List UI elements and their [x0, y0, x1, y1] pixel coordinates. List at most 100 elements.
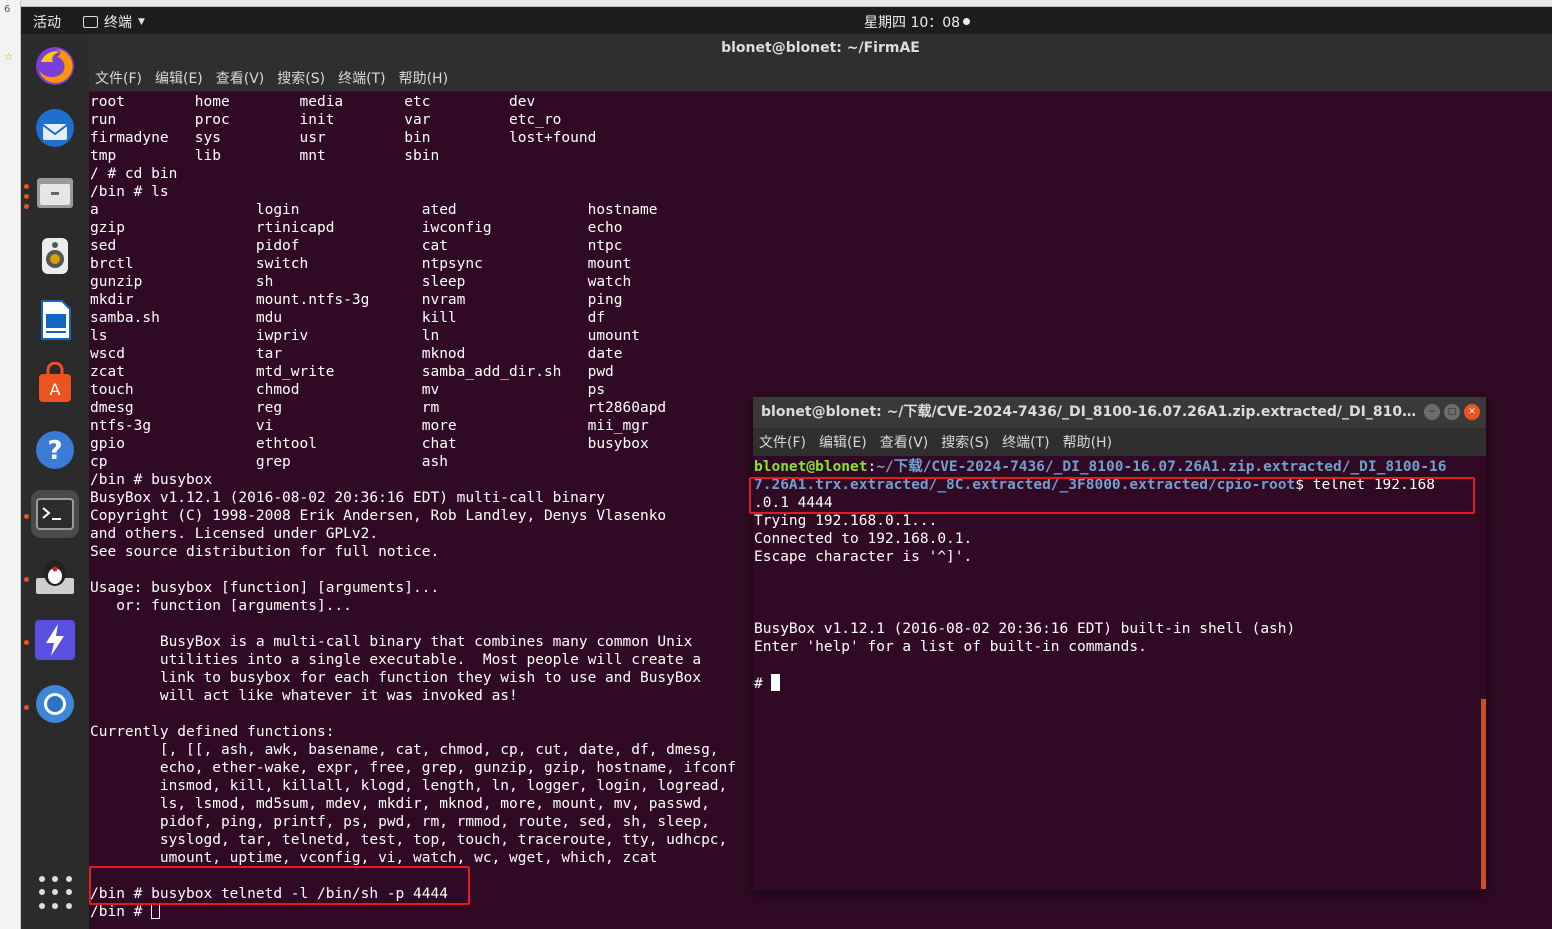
telnet-session-lines: Trying 192.168.0.1... Connected to 192.1…: [754, 513, 1295, 692]
dock-bolt-app[interactable]: [31, 616, 79, 664]
secondary-terminal-window[interactable]: blonet@blonet: ~/下载/CVE-2024-7436/_DI_81…: [753, 397, 1486, 891]
running-indicator: [24, 194, 29, 199]
menu-edit[interactable]: 编辑(E): [819, 432, 867, 452]
dock-firefox[interactable]: [31, 42, 79, 90]
menu-help[interactable]: 帮助(H): [399, 68, 448, 88]
secondary-menu-bar: 文件(F) 编辑(E) 查看(V) 搜索(S) 终端(T) 帮助(H): [753, 428, 1486, 456]
terminal-line: echo, ether-wake, expr, free, grep, gunz…: [90, 760, 737, 776]
dock-thunderbird[interactable]: [31, 104, 79, 152]
svg-text:A: A: [50, 380, 61, 399]
terminal-line: ntfs-3g vi more mii_mgr: [90, 418, 649, 434]
terminal-line: tmp lib mnt sbin: [90, 148, 440, 164]
activities-button[interactable]: 活动: [33, 12, 61, 32]
terminal-line: Trying 192.168.0.1...: [754, 513, 938, 529]
top-bar: 活动 终端 ▼ 星期四 10：08: [21, 7, 1552, 34]
bolt-app-icon: [35, 620, 75, 660]
menu-help[interactable]: 帮助(H): [1063, 432, 1112, 452]
terminal-line: pidof, ping, printf, ps, pwd, rm, rmmod,…: [90, 814, 710, 830]
files-icon: [37, 178, 73, 208]
highlight-box-telnet: [749, 477, 1475, 514]
prompt-path: ~/下载/CVE-2024-7436/_DI_8100-16.07.26A1.z…: [876, 459, 1447, 475]
terminal-line: mkdir mount.ntfs-3g nvram ping: [90, 292, 623, 308]
terminal-line: BusyBox v1.12.1 (2016-08-02 20:36:16 EDT…: [754, 621, 1296, 637]
host-tab-strip: [21, 0, 1552, 7]
prompt-user: blonet@blonet: [754, 459, 868, 475]
star-icon: ☆: [4, 52, 13, 63]
terminal-line: will act like whatever it was invoked as…: [90, 688, 518, 704]
terminal-line: touch chmod mv ps: [90, 382, 606, 398]
terminal-line: Enter 'help' for a list of built-in comm…: [754, 639, 1147, 655]
terminal-small-icon: [83, 16, 98, 28]
dock: A ?: [21, 34, 89, 929]
dock-software[interactable]: A: [31, 360, 79, 408]
menu-search[interactable]: 搜索(S): [941, 432, 989, 452]
rhythmbox-icon: [42, 238, 68, 274]
terminal-line: a login ated hostname: [90, 202, 658, 218]
terminal-line: umount, uptime, vconfig, vi, watch, wc, …: [90, 850, 658, 866]
scrollbar[interactable]: [1481, 699, 1486, 889]
running-indicator: [24, 204, 29, 209]
dock-files[interactable]: [31, 168, 79, 216]
dock-terminal[interactable]: [31, 490, 79, 538]
main-terminal-output: root home media etc dev run proc init var…: [90, 93, 736, 921]
terminal-line: /bin # ls: [90, 184, 169, 200]
terminal-line: and others. Licensed under GPLv2.: [90, 526, 379, 542]
terminal-line: or: function [arguments]...: [90, 598, 352, 614]
terminal-prompt: /bin #: [90, 904, 152, 920]
libreoffice-writer-icon: [41, 300, 71, 340]
menu-file[interactable]: 文件(F): [759, 432, 806, 452]
terminal-line: gzip rtinicapd iwconfig echo: [90, 220, 623, 236]
terminal-line: syslogd, tar, telnetd, test, top, touch,…: [90, 832, 728, 848]
menu-search[interactable]: 搜索(S): [277, 68, 325, 88]
main-menu-bar: 文件(F) 编辑(E) 查看(V) 搜索(S) 终端(T) 帮助(H): [89, 64, 1552, 92]
running-indicator: [24, 514, 29, 519]
menu-view[interactable]: 查看(V): [880, 432, 929, 452]
terminal-line: firmadyne sys usr bin lost+found: [90, 130, 597, 146]
terminal-line: / # cd bin: [90, 166, 178, 182]
dock-java-app[interactable]: [31, 552, 79, 600]
dock-writer[interactable]: [31, 296, 79, 344]
secondary-window-title: blonet@blonet: ~/下载/CVE-2024-7436/_DI_81…: [753, 397, 1486, 428]
software-center-icon: A: [39, 362, 71, 402]
terminal-line: insmod, kill, killall, klogd, length, ln…: [90, 778, 728, 794]
secondary-window-title-text: blonet@blonet: ~/下载/CVE-2024-7436/_DI_81…: [761, 404, 1421, 420]
terminal-line: gpio ethtool chat busybox: [90, 436, 649, 452]
caret-down-icon: ▼: [138, 17, 145, 27]
terminal-line: zcat mtd_write samba_add_dir.sh pwd: [90, 364, 614, 380]
chromium-icon: [36, 685, 74, 723]
menu-view[interactable]: 查看(V): [216, 68, 265, 88]
host-window-strip: 6 ☆: [0, 0, 21, 929]
show-applications-icon[interactable]: [39, 876, 73, 910]
maximize-icon[interactable]: □: [1444, 404, 1460, 420]
terminal-line: Currently defined functions:: [90, 724, 335, 740]
minimize-icon[interactable]: −: [1424, 404, 1440, 420]
clock-button[interactable]: 星期四 10：08: [864, 12, 971, 32]
terminal-line: ls iwpriv ln umount: [90, 328, 640, 344]
terminal-line: Usage: busybox [function] [arguments]...: [90, 580, 440, 596]
running-indicator: [24, 640, 29, 645]
menu-file[interactable]: 文件(F): [95, 68, 142, 88]
terminal-line: wscd tar mknod date: [90, 346, 623, 362]
terminal-line: cp grep ash: [90, 454, 448, 470]
menu-terminal[interactable]: 终端(T): [1002, 432, 1049, 452]
terminal-icon: [36, 498, 74, 530]
dock-chromium[interactable]: [31, 680, 79, 728]
terminal-line: sed pidof cat ntpc: [90, 238, 623, 254]
terminal-line: utilities into a single executable. Most…: [90, 652, 702, 668]
menu-terminal[interactable]: 终端(T): [338, 68, 385, 88]
dock-rhythmbox[interactable]: [31, 232, 79, 280]
terminal-prompt-line: /bin #: [90, 903, 736, 921]
host-strip-mark: 6: [4, 4, 11, 15]
terminal-line: link to busybox for each function they w…: [90, 670, 702, 686]
close-icon[interactable]: ✕: [1464, 404, 1480, 420]
terminal-line: gunzip sh sleep watch: [90, 274, 632, 290]
menu-edit[interactable]: 编辑(E): [155, 68, 203, 88]
running-indicator: [24, 577, 29, 582]
dock-help[interactable]: ?: [31, 426, 79, 474]
terminal-line: See source distribution for full notice.: [90, 544, 440, 560]
app-menu-button[interactable]: 终端 ▼: [83, 12, 145, 32]
terminal-line: /bin # busybox: [90, 472, 213, 488]
prompt-separator: :: [867, 459, 877, 475]
